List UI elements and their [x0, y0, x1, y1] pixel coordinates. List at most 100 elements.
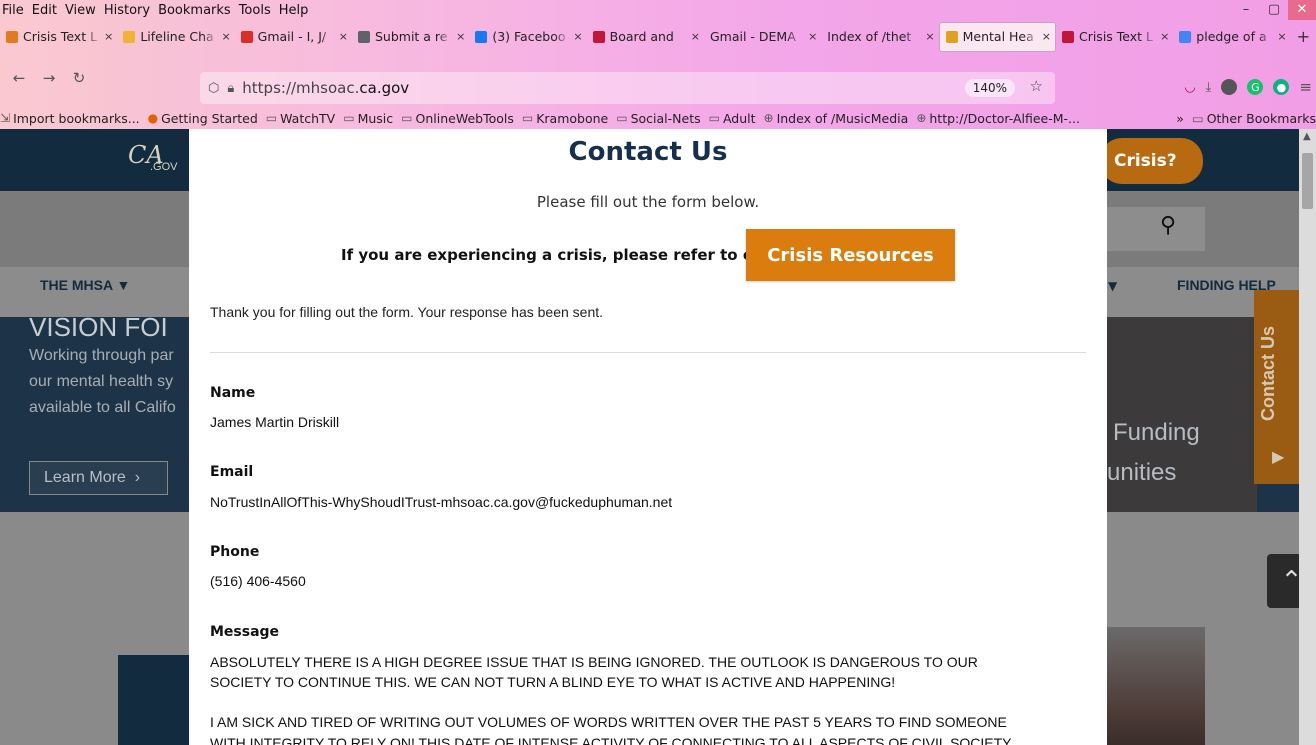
- divider: [210, 352, 1086, 353]
- menu-tools[interactable]: Tools: [235, 3, 275, 18]
- crisis-resources-button[interactable]: Crisis Resources: [746, 229, 955, 281]
- bookmark-item[interactable]: ⊕ http://Doctor-Alfiee-M-...: [916, 111, 1080, 126]
- close-tab-icon[interactable]: ×: [339, 30, 348, 43]
- globe-icon: ⊕: [763, 111, 774, 125]
- bookmark-item[interactable]: ● Getting Started: [148, 111, 258, 126]
- crisis-text-icon: [6, 30, 18, 43]
- tab[interactable]: Gmail - DEMA ×: [704, 22, 821, 52]
- search-icon[interactable]: ⚲: [1160, 213, 1176, 238]
- close-tab-icon[interactable]: ×: [1042, 30, 1051, 43]
- minimize-button[interactable]: –: [1232, 0, 1260, 20]
- bookmark-label: Music: [357, 110, 394, 126]
- close-tab-icon[interactable]: ×: [1277, 30, 1286, 43]
- message-line: WITH INTEGRITY TO RELY ON! THIS DATE OF …: [210, 735, 1012, 745]
- content-card: [118, 655, 193, 745]
- tab[interactable]: Lifeline Cha ×: [117, 22, 234, 52]
- learn-more-button[interactable]: Learn More ›: [29, 461, 168, 495]
- back-arrow-icon[interactable]: ←: [8, 69, 30, 87]
- tab[interactable]: Board and ×: [587, 22, 704, 52]
- email-label: Email: [210, 464, 254, 480]
- tab-label: Crisis Text L: [1078, 29, 1153, 44]
- folder-icon: ▭: [708, 111, 720, 125]
- close-tab-icon[interactable]: ×: [808, 30, 817, 43]
- tab-bar: Crisis Text L × Lifeline Cha × Gmail - I, J/…: [0, 20, 1316, 53]
- gmail-icon: [240, 30, 253, 43]
- close-tab-icon[interactable]: ×: [573, 30, 582, 43]
- ca-gov-logo[interactable]: CA .GOV: [128, 141, 188, 179]
- google-icon: [1179, 30, 1192, 43]
- close-tab-icon[interactable]: ×: [691, 30, 700, 43]
- close-tab-icon[interactable]: ×: [1160, 30, 1169, 43]
- tab[interactable]: pledge of a ×: [1173, 22, 1290, 52]
- tab[interactable]: (3) Faceboo ×: [469, 22, 586, 52]
- bookmark-item[interactable]: ▭ OnlineWebTools: [401, 111, 514, 126]
- close-tab-icon[interactable]: ×: [104, 30, 113, 43]
- name-value: James Martin Driskill: [210, 414, 340, 430]
- reload-icon[interactable]: ↻: [68, 69, 90, 87]
- menu-history[interactable]: History: [100, 3, 154, 18]
- contact-us-side-label[interactable]: Contact Us: [1258, 326, 1279, 421]
- bookmark-item[interactable]: ▭ Adult: [709, 111, 756, 126]
- bookmarks-overflow-icon[interactable]: »: [1176, 111, 1184, 126]
- crisis-pill-button[interactable]: Crisis?: [1100, 138, 1203, 184]
- tab-label: Gmail - DEMA: [709, 29, 796, 44]
- close-tab-icon[interactable]: ×: [925, 30, 934, 43]
- menu-hamburger-icon[interactable]: ≡: [1299, 78, 1312, 96]
- bookmark-item[interactable]: ▭ Music: [343, 111, 393, 126]
- pocket-icon[interactable]: ◡: [1184, 80, 1195, 95]
- bookmark-star-icon[interactable]: ☆: [1030, 77, 1043, 95]
- grammarly-icon[interactable]: G: [1247, 79, 1264, 95]
- folder-icon: ▭: [401, 111, 413, 125]
- facebook-icon: [475, 30, 488, 43]
- menu-file[interactable]: File: [0, 3, 28, 18]
- extension-icon[interactable]: [1221, 79, 1238, 95]
- hero-text-line: available to all Califo: [29, 399, 176, 416]
- menu-bookmarks[interactable]: Bookmarks: [154, 3, 235, 18]
- menu-edit[interactable]: Edit: [28, 3, 61, 18]
- close-window-button[interactable]: ✕: [1288, 0, 1316, 20]
- shield-icon[interactable]: ⬡: [208, 81, 219, 96]
- import-icon: ⇲: [0, 111, 11, 125]
- new-tab-icon[interactable]: +: [1291, 27, 1316, 46]
- bookmark-item[interactable]: ⊕ Index of /MusicMedia: [764, 111, 909, 126]
- search-box[interactable]: [1099, 207, 1205, 251]
- tab[interactable]: Crisis Text L ×: [1056, 22, 1173, 52]
- other-bookmarks[interactable]: Other Bookmarks: [1207, 111, 1316, 126]
- vertical-scrollbar[interactable]: ▲: [1299, 129, 1316, 745]
- tab[interactable]: Gmail - I, J/ ×: [235, 22, 352, 52]
- bookmark-item[interactable]: ⇲ Import bookmarks...: [0, 111, 140, 126]
- phone-label: Phone: [210, 544, 260, 560]
- url-text[interactable]: https://mhsoac.ca.gov: [242, 79, 409, 97]
- tab[interactable]: Crisis Text L ×: [0, 22, 117, 52]
- tab[interactable]: Submit a re ×: [352, 22, 469, 52]
- downloads-icon[interactable]: ⤓: [1206, 80, 1212, 95]
- nav-item-mhsa[interactable]: THE MHSA ▼: [40, 277, 130, 293]
- menu-help[interactable]: Help: [275, 3, 313, 18]
- lock-icon[interactable]: 🔒︎: [227, 81, 234, 96]
- scroll-up-icon[interactable]: ▲: [1303, 131, 1311, 142]
- tab-label: Crisis Text L: [23, 29, 98, 44]
- bookmark-label: Index of /MusicMedia: [776, 110, 909, 126]
- tab[interactable]: Mental Hea ×: [938, 21, 1056, 52]
- lifeline-icon: [123, 30, 136, 43]
- tab-label: Board and: [609, 29, 674, 44]
- tab[interactable]: Index of /thet ×: [821, 22, 938, 52]
- extension-green-icon[interactable]: ●: [1273, 79, 1290, 95]
- close-tab-icon[interactable]: ×: [456, 30, 465, 43]
- chevron-down-icon[interactable]: ▼: [1108, 279, 1117, 293]
- close-tab-icon[interactable]: ×: [221, 30, 230, 43]
- chevron-right-icon[interactable]: ▶: [1272, 447, 1284, 466]
- bookmark-item[interactable]: ▭ Kramobone: [522, 111, 608, 126]
- url-bar[interactable]: ⬡ 🔒︎ https://mhsoac.ca.gov 140% ☆: [200, 72, 1055, 104]
- menu-view[interactable]: View: [61, 3, 100, 18]
- bookmark-label: Import bookmarks...: [13, 110, 140, 126]
- folder-icon: ▭: [1191, 110, 1204, 126]
- maximize-button[interactable]: ▢: [1260, 0, 1288, 20]
- forward-arrow-icon[interactable]: →: [38, 69, 60, 87]
- scrollbar-thumb[interactable]: [1302, 153, 1313, 209]
- bookmark-item[interactable]: ▭ WatchTV: [266, 111, 335, 126]
- photo-card: [1107, 627, 1205, 745]
- bookmark-item[interactable]: ▭ Social-Nets: [616, 111, 700, 126]
- zoom-level[interactable]: 140%: [964, 79, 1015, 97]
- bookmark-label: OnlineWebTools: [415, 110, 514, 126]
